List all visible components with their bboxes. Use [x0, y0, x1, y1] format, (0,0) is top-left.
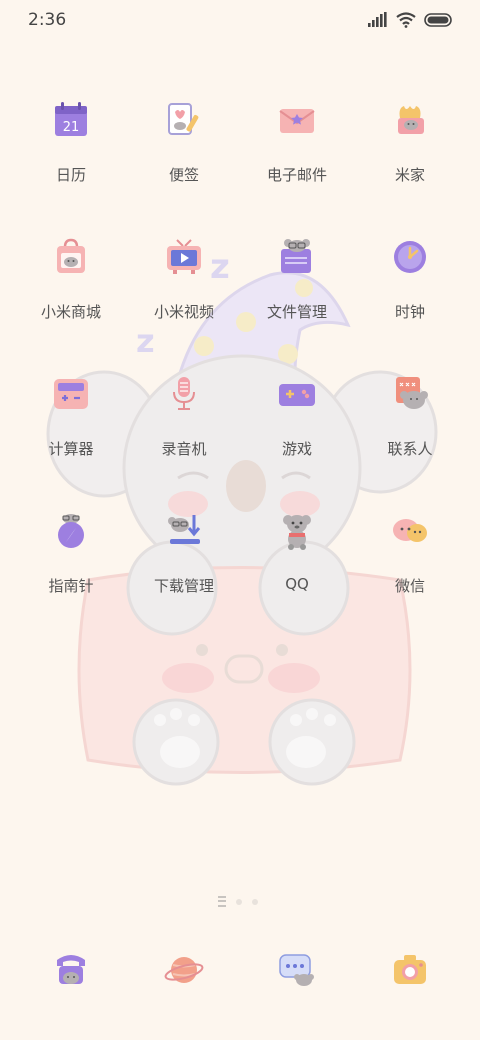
app-row: 指南针 下载管理 QQ 微信 [0, 511, 480, 621]
calculator-icon [54, 379, 88, 409]
messages-icon [279, 954, 314, 986]
calendar-icon: 21 [55, 102, 87, 136]
app-notes[interactable]: 便签 [128, 100, 240, 204]
dock-phone[interactable] [15, 950, 127, 1006]
contacts-icon [396, 377, 428, 409]
app-label: 游戏 [281, 440, 312, 458]
signal-icon [368, 12, 387, 27]
status-time: 2:36 [28, 10, 67, 30]
app-video[interactable]: 小米视频 [128, 237, 240, 341]
dock-camera[interactable] [354, 950, 466, 1006]
app-row: 小米商城 小米视频 文件管理 时钟 [0, 237, 480, 347]
mijia-icon [398, 106, 424, 134]
download-icon [168, 515, 201, 544]
app-label: 日历 [55, 166, 86, 184]
app-label: 录音机 [161, 440, 207, 458]
app-label: QQ [285, 575, 309, 593]
app-label: 小米视频 [153, 303, 214, 321]
app-label: 文件管理 [266, 303, 327, 321]
app-label: 电子邮件 [266, 166, 327, 184]
app-calculator[interactable]: 计算器 [15, 374, 127, 478]
wifi-icon [396, 12, 416, 28]
app-row: 计算器 录音机 游戏 联系人 [0, 374, 480, 484]
compass-icon [58, 514, 84, 548]
app-store[interactable]: 小米商城 [15, 237, 127, 341]
app-game[interactable]: 游戏 [241, 374, 353, 478]
app-label: 小米商城 [40, 303, 101, 321]
game-icon [279, 384, 315, 406]
app-email[interactable]: 电子邮件 [241, 100, 353, 204]
phone-icon [57, 955, 85, 984]
app-contacts[interactable]: 联系人 [354, 374, 466, 478]
clock-icon [394, 241, 426, 273]
app-label: 下载管理 [153, 577, 214, 595]
app-calendar[interactable]: 21 日历 [15, 100, 127, 204]
file-manager-icon [281, 239, 311, 273]
page-indicator-current [218, 896, 226, 907]
wechat-icon [393, 519, 427, 542]
page-indicator-dot [252, 898, 258, 905]
app-row: 21 日历 便签 电子邮件 米家 [0, 100, 480, 210]
dock-messages[interactable] [241, 950, 353, 1006]
app-label: 便签 [168, 166, 199, 184]
browser-icon [164, 957, 204, 983]
app-label: 时钟 [394, 303, 425, 321]
app-label: 计算器 [48, 440, 94, 458]
calendar-date-text: 21 [63, 120, 80, 135]
battery-icon [424, 13, 452, 27]
page-indicator-dot [236, 898, 242, 905]
app-label: 微信 [394, 577, 425, 595]
dock-browser[interactable] [128, 950, 240, 1006]
camera-icon [394, 955, 426, 984]
video-icon [167, 239, 201, 274]
status-bar: 2:36 [0, 0, 480, 44]
app-mijia[interactable]: 米家 [354, 100, 466, 204]
notes-icon [168, 103, 199, 135]
app-wechat[interactable]: 微信 [354, 511, 466, 615]
app-label: 指南针 [48, 577, 94, 595]
recorder-icon [173, 377, 195, 410]
app-clock[interactable]: 时钟 [354, 237, 466, 341]
dock [0, 950, 480, 1006]
email-icon [279, 109, 315, 133]
status-icons [368, 12, 454, 28]
app-file-manager[interactable]: 文件管理 [241, 237, 353, 341]
app-label: 联系人 [387, 440, 433, 458]
app-label: 米家 [394, 166, 425, 184]
app-compass[interactable]: 指南针 [15, 511, 127, 615]
app-qq[interactable]: QQ [241, 511, 353, 615]
store-icon [57, 238, 85, 273]
app-recorder[interactable]: 录音机 [128, 374, 240, 478]
page-indicator[interactable] [218, 896, 258, 907]
qq-icon [283, 515, 311, 550]
app-download[interactable]: 下载管理 [128, 511, 240, 615]
